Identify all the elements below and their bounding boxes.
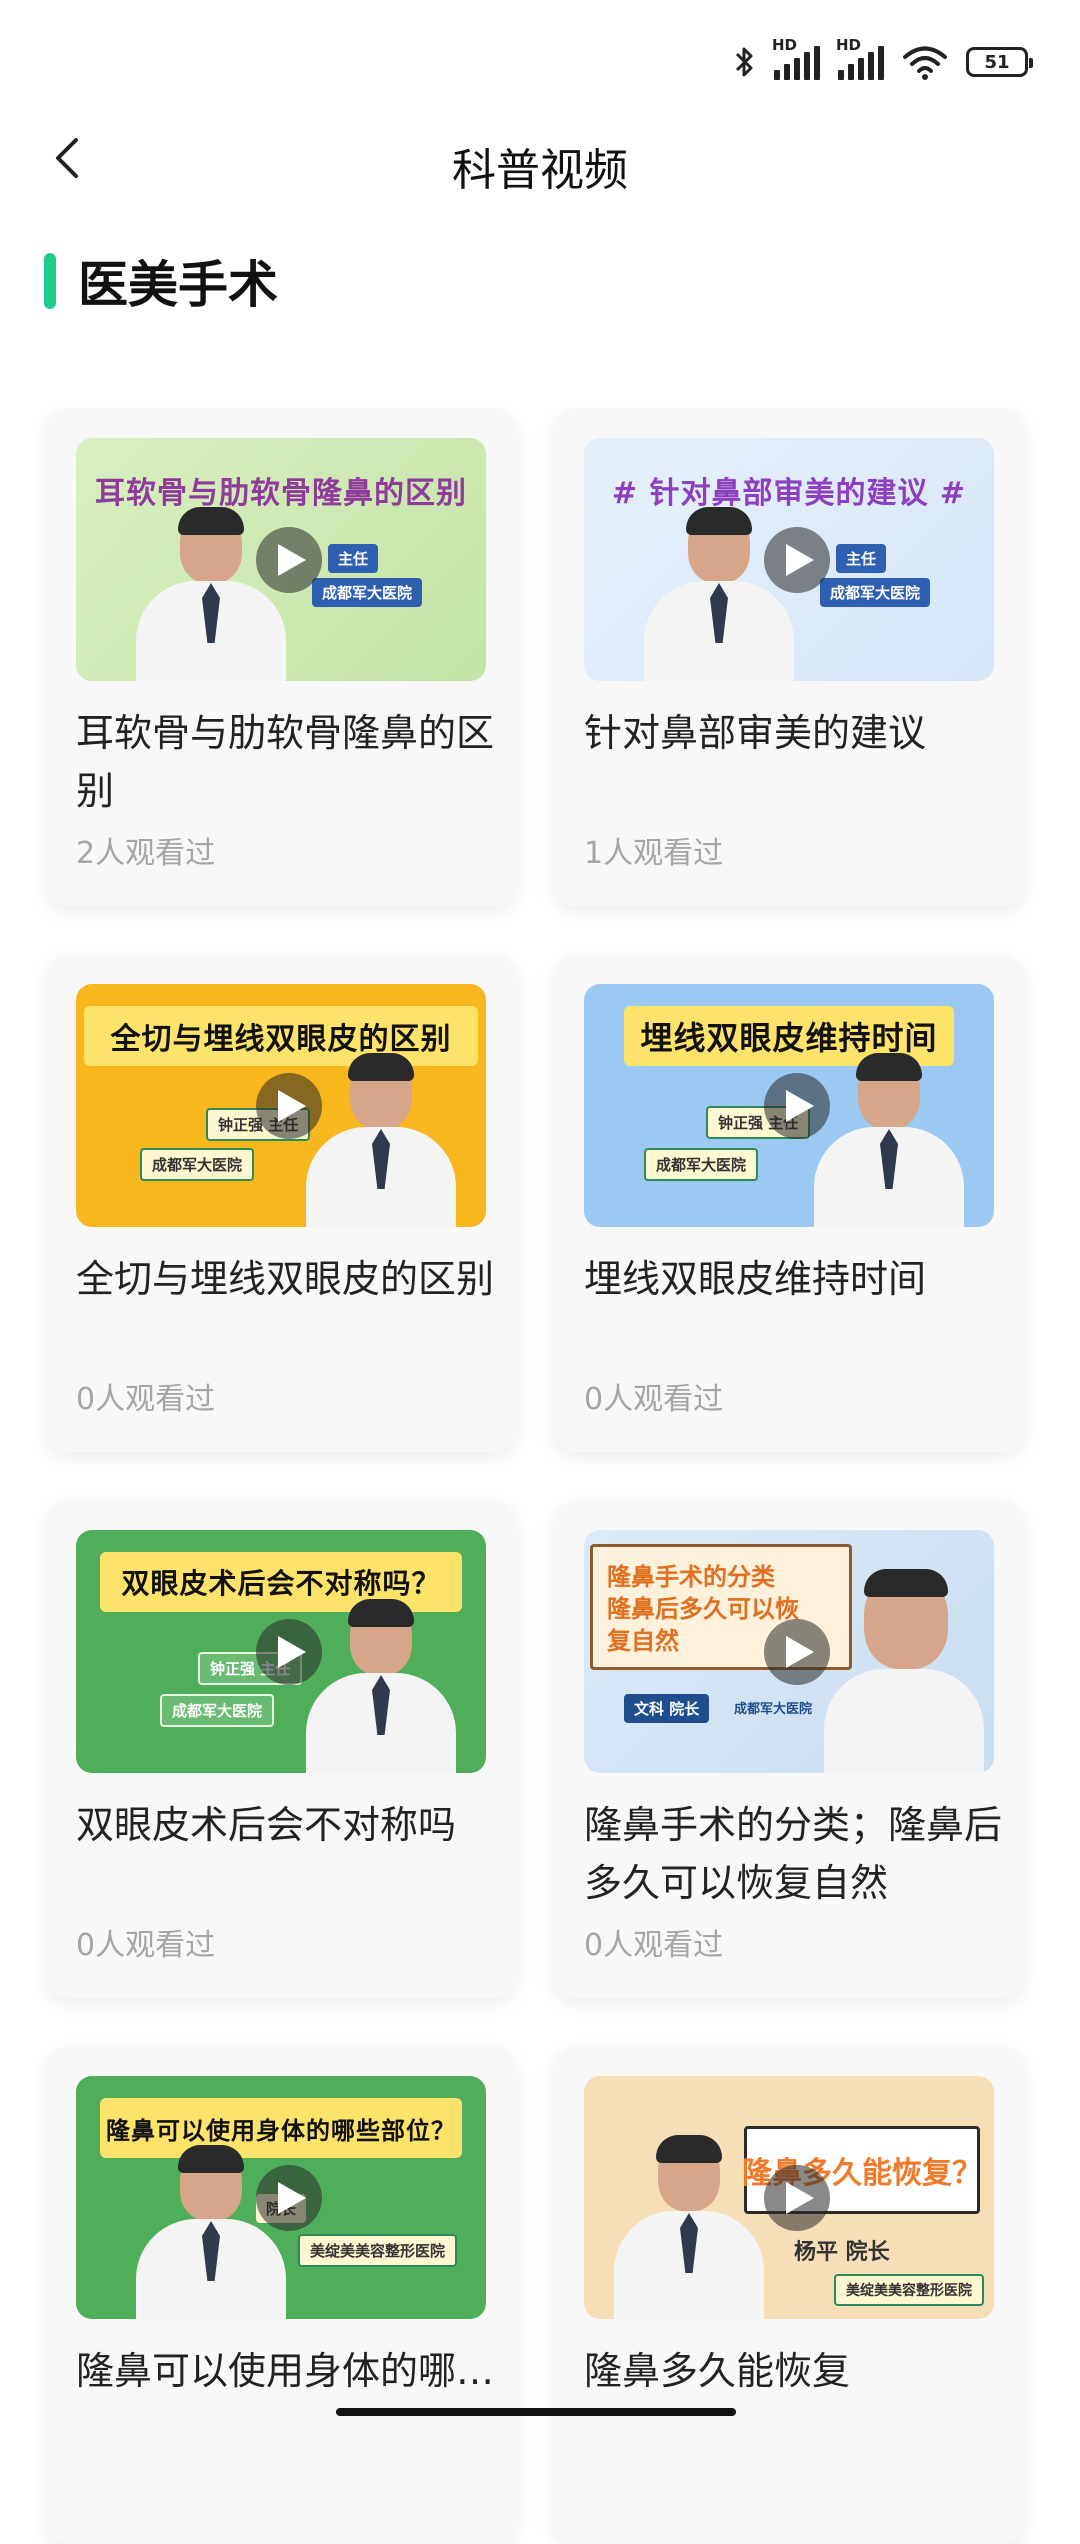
video-card[interactable]: 隆鼻手术的分类 隆鼻后多久可以恢复自然 文科 院长 成都军大医院 隆鼻手术的分类… — [554, 1500, 1024, 1998]
view-count: 0人观看过 — [584, 1928, 724, 1963]
hospital-tag: 成都军大医院 — [820, 578, 931, 607]
play-icon — [278, 1090, 306, 1122]
wifi-icon — [903, 46, 947, 80]
doctor-figure — [306, 1053, 456, 1227]
doctor-figure — [644, 507, 794, 681]
play-icon — [278, 2182, 306, 2214]
hospital-tag: 成都军大医院 — [312, 578, 423, 607]
play-icon — [278, 544, 306, 576]
doctor-figure — [136, 507, 286, 681]
video-title: 针对鼻部审美的建议 — [584, 711, 927, 755]
view-count: 0人观看过 — [584, 1382, 724, 1417]
hospital-tag: 成都军大医院 — [160, 1694, 275, 1727]
play-button[interactable] — [764, 1073, 830, 1139]
hospital-tag: 成都军大医院 — [140, 1148, 255, 1181]
doctor-figure — [306, 1599, 456, 1773]
video-card[interactable]: 耳软骨与肋软骨隆鼻的区别 主任 成都军大医院 耳软骨与肋软骨隆鼻的区别 2人观看… — [46, 408, 516, 906]
video-thumbnail[interactable]: 埋线双眼皮维持时间 钟正强 主任 成都军大医院 — [584, 984, 994, 1227]
status-icons: HD HD 51 — [734, 36, 1033, 80]
view-count: 0人观看过 — [76, 1928, 216, 1963]
view-count: 2人观看过 — [76, 836, 216, 871]
doctor-title-tag: 文科 院长 — [624, 1694, 710, 1723]
hospital-tag: 美绽美美容整形医院 — [834, 2274, 984, 2306]
doctor-title-tag: 主任 — [836, 544, 887, 573]
video-title: 全切与埋线双眼皮的区别 — [76, 1257, 495, 1301]
hospital-tag: 成都军大医院 — [734, 1702, 813, 1717]
play-button[interactable] — [764, 1619, 830, 1685]
video-card[interactable]: 双眼皮术后会不对称吗？ 钟正强 主任 成都军大医院 双眼皮术后会不对称吗 0人观… — [46, 1500, 516, 1998]
video-title: 埋线双眼皮维持时间 — [584, 1257, 927, 1301]
play-icon — [786, 544, 814, 576]
video-title: 耳软骨与肋软骨隆鼻的区别 — [76, 711, 495, 813]
doctor-figure — [824, 1569, 984, 1773]
video-thumbnail[interactable]: # 针对鼻部审美的建议 # 主任 成都军大医院 — [584, 438, 994, 681]
play-button[interactable] — [764, 2165, 830, 2231]
doctor-title-tag: 主任 — [328, 544, 379, 573]
bluetooth-icon — [735, 47, 753, 77]
video-title: 隆鼻多久能恢复 — [584, 2349, 851, 2393]
video-thumbnail[interactable]: 隆鼻手术的分类 隆鼻后多久可以恢复自然 文科 院长 成都军大医院 — [584, 1530, 994, 1773]
status-bar: HD HD 51 — [0, 0, 1080, 130]
nav-bar: 科普视频 — [0, 130, 1080, 196]
play-button[interactable] — [256, 2165, 322, 2231]
home-indicator[interactable] — [336, 2408, 736, 2416]
section-header: 医美手术 — [44, 250, 278, 314]
doctor-figure — [136, 2145, 286, 2319]
play-button[interactable] — [256, 527, 322, 593]
doctor-figure — [814, 1053, 964, 1227]
video-title: 双眼皮术后会不对称吗 — [76, 1803, 457, 1847]
battery-indicator: 51 — [966, 47, 1033, 77]
view-count: 1人观看过 — [584, 836, 724, 871]
play-button[interactable] — [256, 1073, 322, 1139]
cellular-signal-2-icon: HD — [836, 36, 884, 80]
play-icon — [786, 1090, 814, 1122]
hospital-tag: 美绽美美容整形医院 — [298, 2234, 458, 2267]
video-thumbnail[interactable]: 隆鼻多久能恢复？ 杨平 院长 美绽美美容整形医院 — [584, 2076, 994, 2319]
section-title: 医美手术 — [78, 256, 278, 314]
video-card[interactable]: # 针对鼻部审美的建议 # 主任 成都军大医院 针对鼻部审美的建议 1人观看过 — [554, 408, 1024, 906]
hospital-tag: 成都军大医院 — [644, 1148, 759, 1181]
page-title: 科普视频 — [452, 145, 628, 196]
video-title: 隆鼻手术的分类；隆鼻后多久可以恢复自然 — [584, 1803, 1003, 1905]
play-icon — [786, 2182, 814, 2214]
video-card[interactable]: 隆鼻多久能恢复？ 杨平 院长 美绽美美容整形医院 隆鼻多久能恢复 — [554, 2046, 1024, 2544]
video-card[interactable]: 隆鼻可以使用身体的哪些部位？ 院长 美绽美美容整形医院 隆鼻可以使用身体的哪些部… — [46, 2046, 516, 2544]
video-thumbnail[interactable]: 全切与埋线双眼皮的区别 钟正强 主任 成都军大医院 — [76, 984, 486, 1227]
video-thumbnail[interactable]: 隆鼻可以使用身体的哪些部位？ 院长 美绽美美容整形医院 — [76, 2076, 486, 2319]
thumbnail-title: 隆鼻手术的分类 — [607, 1563, 775, 1591]
video-thumbnail[interactable]: 双眼皮术后会不对称吗？ 钟正强 主任 成都军大医院 — [76, 1530, 486, 1773]
cellular-signal-1-icon: HD — [772, 36, 820, 80]
section-accent-bar — [44, 253, 56, 309]
play-icon — [786, 1636, 814, 1668]
video-thumbnail[interactable]: 耳软骨与肋软骨隆鼻的区别 主任 成都军大医院 — [76, 438, 486, 681]
play-button[interactable] — [764, 527, 830, 593]
video-card[interactable]: 全切与埋线双眼皮的区别 钟正强 主任 成都军大医院 全切与埋线双眼皮的区别 0人… — [46, 954, 516, 1452]
play-icon — [278, 1636, 306, 1668]
doctor-title-tag: 杨平 院长 — [794, 2240, 890, 2265]
video-card[interactable]: 埋线双眼皮维持时间 钟正强 主任 成都军大医院 埋线双眼皮维持时间 0人观看过 — [554, 954, 1024, 1452]
video-title: 隆鼻可以使用身体的哪些部位 — [76, 2349, 495, 2393]
view-count: 0人观看过 — [76, 1382, 216, 1417]
play-button[interactable] — [256, 1619, 322, 1685]
